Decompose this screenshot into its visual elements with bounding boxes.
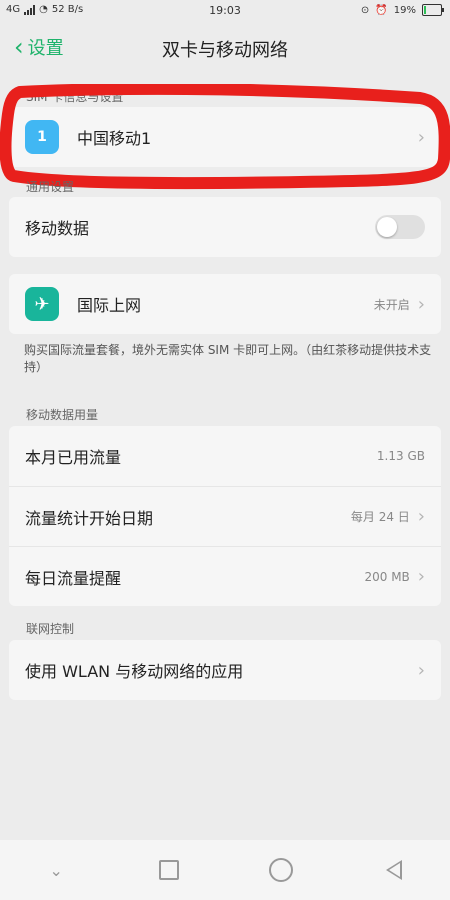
chevron-right-icon: ›: [417, 126, 425, 148]
network-apps-label: 使用 WLAN 与移动网络的应用: [25, 662, 244, 681]
section-label-usage: 移动数据用量: [26, 408, 99, 422]
usage-row-start-date[interactable]: 流量统计开始日期 每月 24 日 ›: [9, 486, 441, 546]
sim-item-label: 中国移动1: [77, 129, 152, 148]
network-control-card: 使用 WLAN 与移动网络的应用 ›: [9, 640, 441, 700]
back-nav-button[interactable]: [379, 855, 409, 885]
international-description: 购买国际流量套餐，境外无需实体 SIM 卡即可上网。（由红茶移动提供技术支持）: [24, 343, 432, 374]
battery-icon: [422, 4, 444, 16]
usage-row-value: 1.13 GB: [376, 449, 425, 463]
usage-row-value: 200 MB: [364, 569, 410, 584]
back-label: 设置: [27, 38, 64, 59]
section-label-general: 通用设置: [26, 180, 75, 194]
globe-icon: ✈: [25, 287, 59, 321]
home-button[interactable]: [266, 855, 296, 885]
international-roaming-label: 国际上网: [77, 296, 142, 315]
battery-percent: 19%: [393, 4, 416, 16]
circle-icon: [269, 858, 294, 882]
square-icon: [158, 860, 179, 880]
usage-row-daily-alert[interactable]: 每日流量提醒 200 MB ›: [9, 546, 441, 606]
sim-card-icon: 1: [25, 120, 59, 154]
page-title: 双卡与移动网络: [162, 40, 288, 61]
usage-row-monthly[interactable]: 本月已用流量 1.13 GB: [9, 426, 441, 486]
usage-row-label: 本月已用流量: [25, 448, 122, 467]
usage-row-label: 流量统计开始日期: [25, 508, 154, 528]
chevron-right-icon: ›: [417, 566, 425, 587]
header: ‹ 设置 双卡与移动网络: [0, 22, 450, 76]
network-apps-row[interactable]: 使用 WLAN 与移动网络的应用 ›: [9, 640, 441, 700]
status-bar: 4G ◔ 52 B/s 19:03 ⊙ ⏰ 19%: [0, 0, 450, 22]
international-card: ✈ 国际上网 未开启 ›: [9, 274, 441, 334]
alarm-icon: ⏰: [375, 4, 388, 16]
toggle-knob: [377, 217, 397, 237]
navigation-bar: ⌄: [0, 840, 450, 900]
usage-card: 本月已用流量 1.13 GB 流量统计开始日期 每月 24 日 › 每日流量提醒…: [9, 426, 441, 606]
back-button[interactable]: ‹ 设置: [14, 34, 64, 60]
chevron-down-icon[interactable]: ⌄: [41, 855, 71, 885]
chevron-left-icon: ‹: [14, 33, 24, 61]
international-roaming-row[interactable]: ✈ 国际上网 未开启 ›: [9, 274, 441, 334]
mobile-data-toggle[interactable]: [375, 215, 425, 239]
sim-item-china-mobile[interactable]: 1 中国移动1 ›: [9, 107, 441, 167]
chevron-right-icon: ›: [417, 293, 425, 315]
recent-apps-button[interactable]: [154, 855, 184, 885]
mobile-data-row[interactable]: 移动数据: [9, 197, 441, 257]
usage-row-label: 每日流量提醒: [25, 568, 122, 588]
triangle-back-icon: [385, 860, 402, 880]
international-roaming-status: 未开启: [373, 297, 410, 312]
chevron-right-icon: ›: [417, 659, 425, 681]
sim-card: 1 中国移动1 ›: [9, 107, 441, 167]
lock-icon: ⊙: [360, 4, 370, 16]
status-right: ⊙ ⏰ 19%: [360, 4, 444, 16]
section-label-sim: SIM 卡信息与设置: [26, 90, 124, 104]
mobile-data-label: 移动数据: [25, 219, 90, 238]
section-label-network-control: 联网控制: [26, 622, 75, 636]
general-card: 移动数据: [9, 197, 441, 257]
usage-row-value: 每月 24 日: [350, 510, 410, 524]
chevron-right-icon: ›: [417, 506, 425, 527]
